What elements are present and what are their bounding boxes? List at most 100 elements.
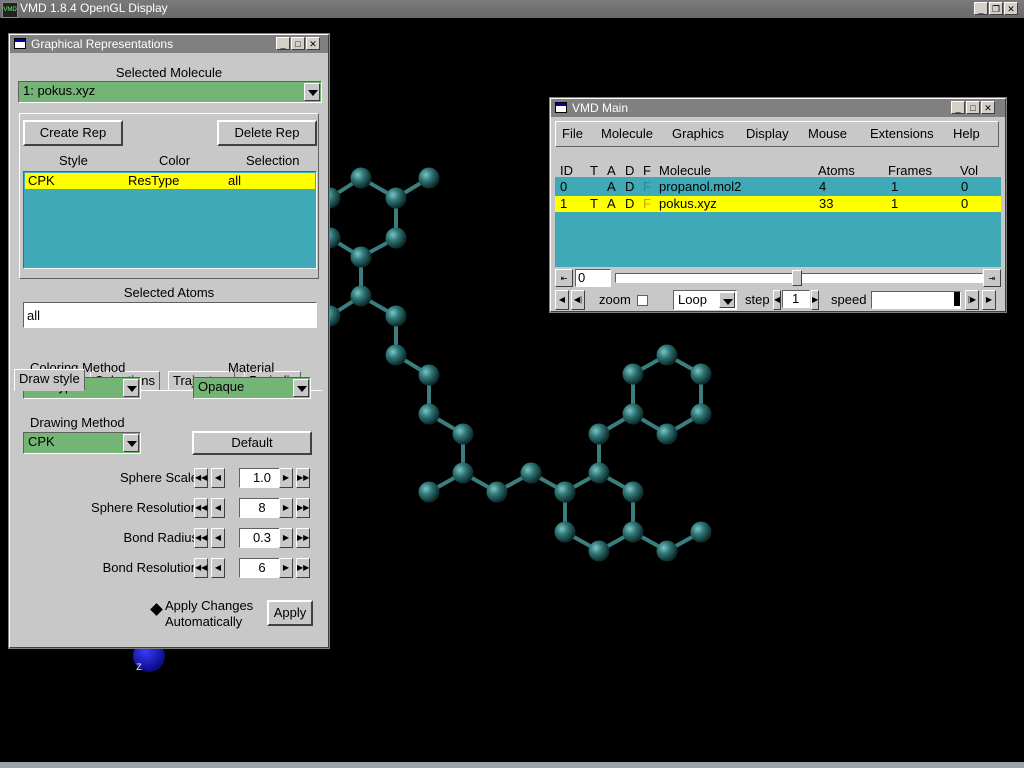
step-back-icon[interactable]: ◀: [555, 290, 569, 310]
menu-help[interactable]: Help: [953, 126, 980, 141]
atom: [690, 403, 712, 425]
decrement-icon[interactable]: ◀: [211, 528, 225, 548]
slider-handle[interactable]: [792, 270, 802, 286]
minimize-icon[interactable]: _: [276, 37, 290, 50]
col-molecule: Molecule: [659, 163, 712, 178]
bond-resolution-row: Bond Resolution ◀◀ ◀ 6 ▶ ▶▶: [10, 556, 328, 580]
chevron-down-icon[interactable]: [304, 83, 320, 101]
atom: [418, 403, 440, 425]
atom: [350, 167, 372, 189]
decrement-fast-icon[interactable]: ◀◀: [194, 528, 208, 548]
selected-atoms-input[interactable]: all: [23, 302, 317, 328]
create-rep-button[interactable]: Create Rep: [23, 120, 123, 146]
minimize-icon[interactable]: _: [951, 101, 965, 114]
increment-fast-icon[interactable]: ▶▶: [296, 528, 310, 548]
decrement-icon[interactable]: ◀: [211, 468, 225, 488]
chevron-down-icon[interactable]: [123, 434, 139, 452]
selected-molecule-dropdown[interactable]: 1: pokus.xyz: [18, 81, 322, 103]
graphical-reps-title-bar[interactable]: Graphical Representations _ □ ✕: [10, 35, 328, 53]
taskbar-edge: [0, 762, 1024, 768]
rep-color: ResType: [128, 173, 180, 188]
increment-icon[interactable]: ▶: [279, 528, 293, 548]
mol-frames: 1: [891, 196, 899, 211]
sphere-resolution-row: Sphere Resolution ◀◀ ◀ 8 ▶ ▶▶: [10, 496, 328, 520]
play-forward-icon[interactable]: ▶: [982, 290, 996, 310]
increment-fast-icon[interactable]: ▶▶: [296, 498, 310, 518]
decrement-icon[interactable]: ◀: [211, 498, 225, 518]
atom: [418, 364, 440, 386]
atom: [588, 462, 610, 484]
increment-icon[interactable]: ▶: [279, 468, 293, 488]
material-dropdown[interactable]: Opaque: [193, 377, 311, 399]
mol-d[interactable]: D: [625, 179, 634, 195]
col-vol: Vol: [960, 163, 979, 178]
chevron-down-icon[interactable]: [293, 379, 309, 397]
chevron-down-icon[interactable]: [123, 379, 139, 397]
sphere-resolution-label: Sphere Resolution: [91, 500, 198, 515]
tab-draw-style[interactable]: Draw style: [14, 369, 85, 391]
step-decrement-icon[interactable]: ◀: [773, 290, 781, 310]
molecule-row[interactable]: 1 T A D F pokus.xyz 33 1 0: [555, 196, 1001, 212]
decrement-fast-icon[interactable]: ◀◀: [194, 468, 208, 488]
chevron-down-icon[interactable]: [719, 292, 735, 308]
atom: [385, 227, 407, 249]
zoom-checkbox[interactable]: [637, 295, 648, 306]
increment-icon[interactable]: ▶: [279, 498, 293, 518]
increment-icon[interactable]: ▶: [279, 558, 293, 578]
mol-a[interactable]: A: [607, 196, 616, 212]
step-increment-icon[interactable]: ▶: [811, 290, 819, 310]
molecule-row[interactable]: 0 A D F propanol.mol2 4 1 0: [555, 179, 1001, 195]
menu-display[interactable]: Display: [746, 126, 789, 141]
loop-mode-dropdown[interactable]: Loop: [673, 290, 737, 310]
display-title-bar[interactable]: VMD VMD 1.8.4 OpenGL Display _ ❐ ✕: [0, 0, 1024, 18]
vmd-main-title-bar[interactable]: VMD Main _ □ ✕: [551, 99, 1005, 117]
step-input[interactable]: 1: [782, 290, 810, 308]
mol-f[interactable]: F: [643, 179, 651, 195]
menu-mouse[interactable]: Mouse: [808, 126, 847, 141]
menu-graphics[interactable]: Graphics: [672, 126, 724, 141]
decrement-fast-icon[interactable]: ◀◀: [194, 558, 208, 578]
mol-atoms: 33: [819, 196, 834, 211]
maximize-icon[interactable]: □: [966, 101, 980, 114]
increment-fast-icon[interactable]: ▶▶: [296, 468, 310, 488]
close-icon[interactable]: ✕: [1004, 2, 1018, 15]
loop-mode-value: Loop: [678, 292, 707, 307]
play-reverse-icon[interactable]: ◀|: [571, 290, 585, 310]
play-forward-step-icon[interactable]: |▶: [965, 290, 979, 310]
decrement-icon[interactable]: ◀: [211, 558, 225, 578]
mol-atoms: 4: [819, 179, 827, 194]
increment-fast-icon[interactable]: ▶▶: [296, 558, 310, 578]
mol-t[interactable]: T: [590, 196, 598, 212]
mol-a[interactable]: A: [607, 179, 616, 195]
drawing-method-dropdown[interactable]: CPK: [23, 432, 141, 454]
go-to-start-icon[interactable]: ⇤: [555, 269, 573, 287]
atom: [486, 481, 508, 503]
atom: [622, 403, 644, 425]
rep-row[interactable]: CPK ResType all: [25, 173, 315, 189]
close-icon[interactable]: ✕: [306, 37, 320, 50]
menu-molecule[interactable]: Molecule: [601, 126, 653, 141]
menu-extensions[interactable]: Extensions: [870, 126, 934, 141]
speed-slider-handle[interactable]: [954, 292, 960, 306]
window-icon: [14, 38, 26, 49]
default-button[interactable]: Default: [192, 431, 312, 455]
molecule-list[interactable]: 0 A D F propanol.mol2 4 1 0 1 T A D F po…: [555, 177, 1001, 267]
mol-f[interactable]: F: [643, 196, 651, 212]
rep-style: CPK: [28, 173, 55, 188]
delete-rep-button[interactable]: Delete Rep: [217, 120, 317, 146]
go-to-end-icon[interactable]: ⇥: [983, 269, 1001, 287]
reps-list[interactable]: CPK ResType all: [23, 171, 317, 269]
minimize-icon[interactable]: _: [974, 2, 988, 15]
speed-slider[interactable]: [871, 291, 961, 309]
maximize-icon[interactable]: □: [291, 37, 305, 50]
restore-icon[interactable]: ❐: [989, 2, 1003, 15]
menu-file[interactable]: File: [562, 126, 583, 141]
frame-slider[interactable]: [615, 270, 983, 286]
close-icon[interactable]: ✕: [981, 101, 995, 114]
col-d: D: [625, 163, 635, 178]
atom: [690, 363, 712, 385]
mol-d[interactable]: D: [625, 196, 634, 212]
decrement-fast-icon[interactable]: ◀◀: [194, 498, 208, 518]
frame-input[interactable]: 0: [575, 269, 611, 287]
apply-button[interactable]: Apply: [267, 600, 313, 626]
